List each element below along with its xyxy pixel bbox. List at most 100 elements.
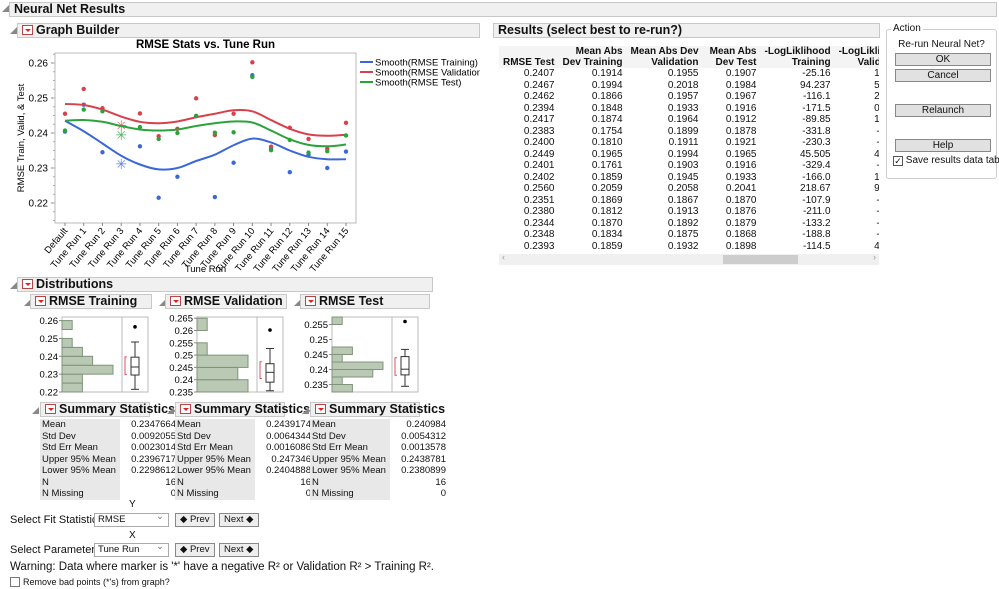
table-row[interactable]: 0.2394 0.1848 0.1933 0.1916 -171.5 0.4514 <box>499 103 879 115</box>
results-table[interactable]: RMSE Test Mean Abs Dev Training Mean Abs De… <box>499 46 879 252</box>
box[interactable] <box>130 356 140 376</box>
table-row[interactable]: 0.2467 0.1994 0.2018 0.1984 94.237 53.880 <box>499 80 879 92</box>
horizontal-scrollbar[interactable]: ‹ › <box>499 252 879 265</box>
data-point[interactable] <box>268 147 274 153</box>
data-point[interactable] <box>137 124 143 130</box>
data-point[interactable] <box>137 111 143 116</box>
data-point[interactable] <box>343 133 349 138</box>
histogram-bar[interactable] <box>196 354 249 368</box>
red-triangle-menu-icon[interactable] <box>180 404 191 414</box>
param-prev-button[interactable]: ◆ Prev <box>175 543 215 557</box>
histogram-bar[interactable] <box>61 373 83 384</box>
collapse-icon[interactable] <box>10 27 17 34</box>
data-point[interactable] <box>212 194 218 200</box>
histogram-bar[interactable] <box>196 317 208 332</box>
data-point[interactable] <box>62 128 68 133</box>
data-point[interactable] <box>193 96 199 101</box>
histogram-bar[interactable] <box>331 354 343 363</box>
histogram-bar[interactable] <box>196 379 249 393</box>
data-point[interactable] <box>100 109 105 114</box>
red-triangle-menu-icon[interactable] <box>22 279 33 289</box>
histogram-bar[interactable] <box>196 342 208 356</box>
histogram-bar[interactable] <box>61 337 73 348</box>
bad-point-marker[interactable]: ✳ <box>115 156 127 172</box>
data-point[interactable] <box>231 130 236 135</box>
table-row[interactable]: 0.2462 0.1866 0.1957 0.1967 -116.1 26.815 <box>499 91 879 103</box>
table-row[interactable]: 0.2383 0.1754 0.1899 0.1878 -331.8 -14.90 <box>499 126 879 138</box>
data-point[interactable] <box>175 174 180 179</box>
data-point[interactable] <box>250 60 255 65</box>
table-row[interactable]: 0.2380 0.1812 0.1913 0.1876 -211.0 -2.314 <box>499 206 879 218</box>
column-header[interactable]: Mean Abs Dev Validation <box>626 46 703 68</box>
histogram-bar[interactable] <box>331 316 343 325</box>
outlier-point[interactable] <box>133 325 137 329</box>
histogram-bar[interactable] <box>331 369 374 378</box>
histogram-bar[interactable] <box>196 366 239 381</box>
column-header[interactable]: Mean Abs Dev Training <box>558 46 627 68</box>
red-triangle-menu-icon[interactable] <box>22 25 33 35</box>
table-row[interactable]: 0.2402 0.1859 0.1945 0.1933 -166.0 18.485 <box>499 172 879 184</box>
collapse-icon[interactable] <box>2 5 9 12</box>
data-point[interactable] <box>343 120 349 126</box>
data-point[interactable] <box>137 144 143 149</box>
param-next-button[interactable]: Next ◆ <box>219 543 259 557</box>
data-point[interactable] <box>306 150 311 155</box>
histogram-bar[interactable] <box>61 346 83 357</box>
data-point[interactable] <box>100 150 105 155</box>
data-point[interactable] <box>287 125 292 130</box>
table-row[interactable]: 0.2401 0.1761 0.1903 0.1916 -329.4 -13.24 <box>499 160 879 172</box>
fit-next-button[interactable]: Next ◆ <box>219 513 259 527</box>
column-header[interactable]: RMSE Test <box>499 46 559 68</box>
data-point[interactable] <box>175 130 180 136</box>
save-results-checkbox[interactable]: ✓ <box>893 156 903 166</box>
histogram-bar[interactable] <box>61 382 83 393</box>
fit-prev-button[interactable]: ◆ Prev <box>175 513 215 527</box>
data-point[interactable] <box>325 149 330 154</box>
data-point[interactable] <box>231 160 236 165</box>
save-results-checkbox-row[interactable]: ✓ Save results data table? <box>893 155 999 166</box>
table-row[interactable]: 0.2560 0.2059 0.2058 0.2041 218.67 91.055 <box>499 183 879 195</box>
table-row[interactable]: 0.2400 0.1810 0.1911 0.1921 -230.3 -4.271 <box>499 137 879 149</box>
red-triangle-menu-icon[interactable] <box>45 404 56 414</box>
histogram-bar[interactable] <box>61 364 114 375</box>
data-point[interactable] <box>306 136 311 142</box>
parameters-select[interactable]: Tune Run <box>94 541 169 557</box>
data-point[interactable] <box>212 130 218 135</box>
column-header[interactable]: -LogLiklihood Training <box>760 46 835 68</box>
data-point[interactable] <box>156 195 161 200</box>
scroll-right-icon[interactable]: › <box>873 252 876 262</box>
relaunch-button[interactable]: Relaunch <box>895 104 991 117</box>
bad-point-marker[interactable]: ✳ <box>115 127 127 143</box>
red-triangle-menu-icon[interactable] <box>35 296 46 306</box>
data-point[interactable] <box>81 86 86 92</box>
column-header[interactable]: -LogLiklihoodValidation <box>834 46 879 68</box>
help-button[interactable]: Help <box>895 139 991 152</box>
scrollbar-thumb[interactable] <box>723 255 798 264</box>
remove-bad-points-checkbox[interactable] <box>10 577 20 587</box>
data-point[interactable] <box>287 137 292 143</box>
histogram-bar[interactable] <box>331 361 384 370</box>
histogram-bar[interactable] <box>331 376 343 385</box>
collapse-icon[interactable] <box>167 407 174 414</box>
histogram-bar[interactable] <box>61 320 73 330</box>
collapse-icon[interactable] <box>32 407 39 414</box>
data-point[interactable] <box>231 111 236 116</box>
table-row[interactable]: 0.2449 0.1965 0.1994 0.1965 45.505 40.286 <box>499 149 879 161</box>
histogram-bar[interactable] <box>331 346 353 355</box>
data-point[interactable] <box>193 113 199 119</box>
table-row[interactable]: 0.2351 0.1869 0.1867 0.1870 -107.9 -30.75 <box>499 195 879 207</box>
collapse-icon[interactable] <box>10 282 17 289</box>
box[interactable] <box>265 363 275 383</box>
outlier-point[interactable] <box>403 319 407 324</box>
outlier-point[interactable] <box>268 328 272 332</box>
ok-button[interactable]: OK <box>895 53 991 66</box>
histogram-bar[interactable] <box>331 384 353 393</box>
cancel-button[interactable]: Cancel <box>895 69 991 82</box>
box[interactable] <box>400 356 410 376</box>
table-row[interactable]: 0.2348 0.1834 0.1875 0.1868 -188.8 -33.79 <box>499 229 879 241</box>
data-point[interactable] <box>250 74 255 80</box>
collapse-icon[interactable] <box>302 407 309 414</box>
table-row[interactable]: 0.2407 0.1914 0.1955 0.1907 -25.16 17.903 <box>499 68 879 80</box>
red-triangle-menu-icon[interactable] <box>170 296 181 306</box>
data-point[interactable] <box>81 107 86 112</box>
